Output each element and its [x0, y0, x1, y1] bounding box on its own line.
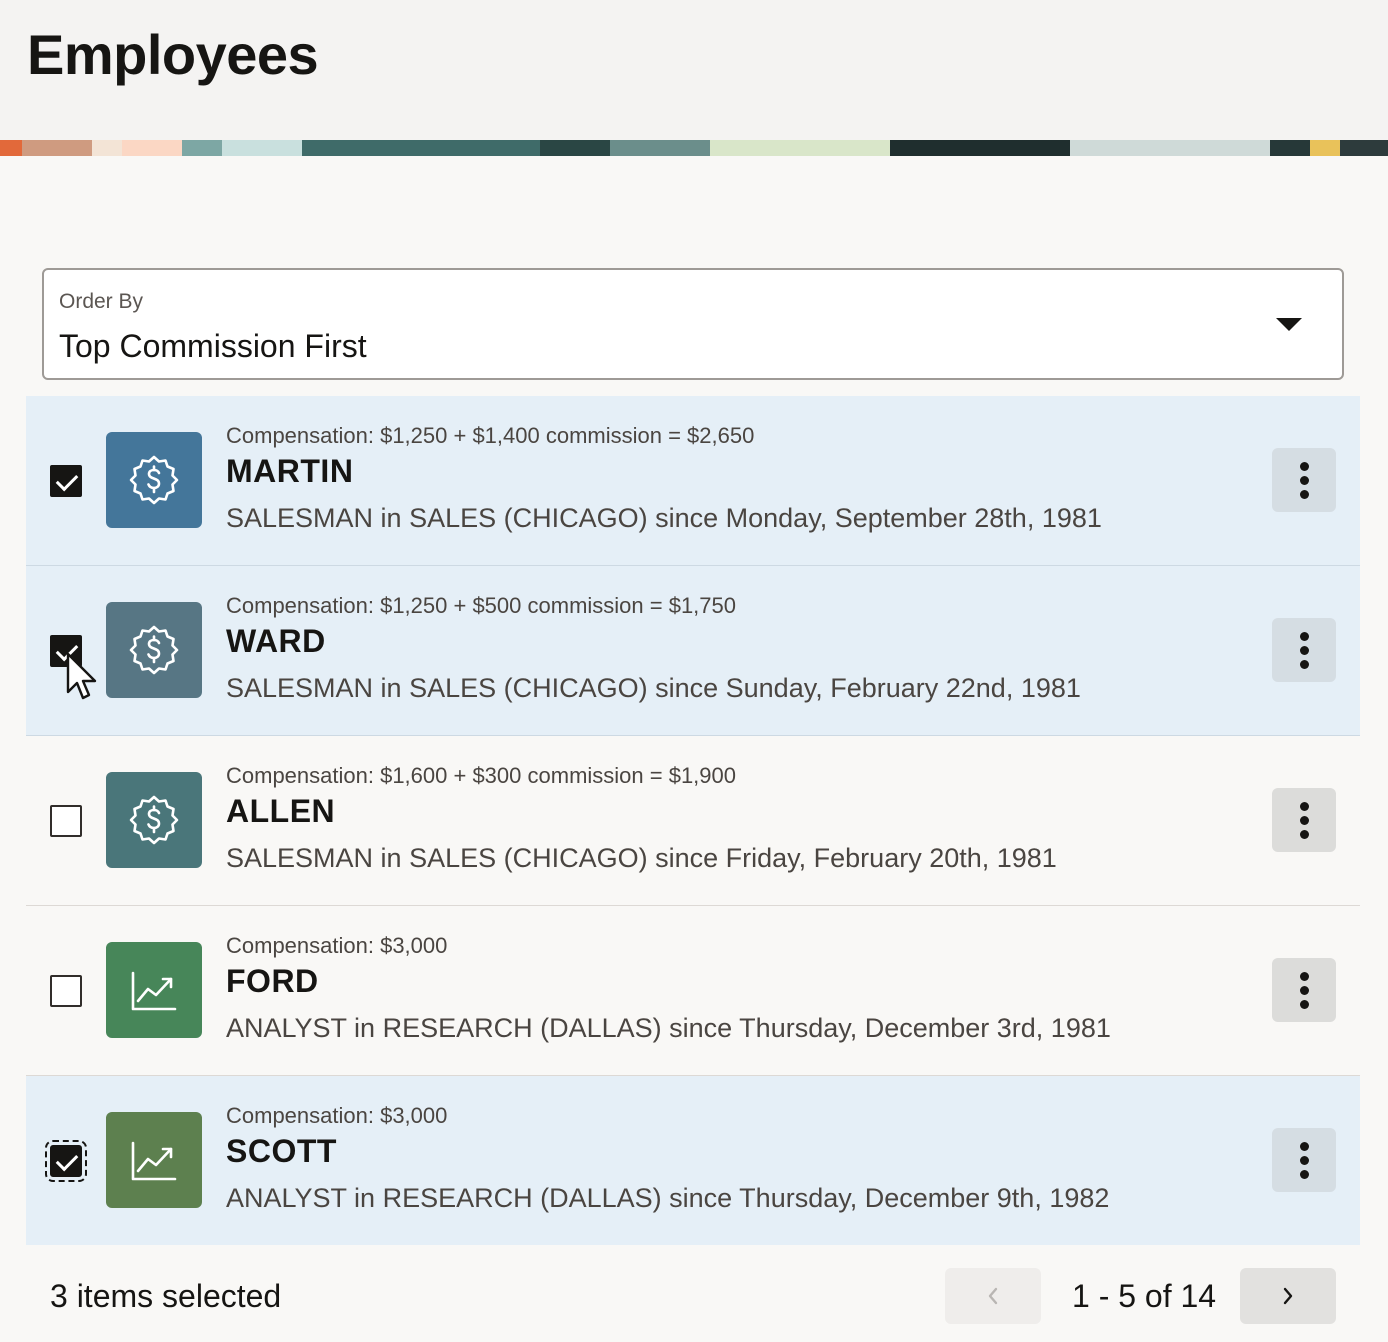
- employee-name: FORD: [226, 963, 319, 999]
- previous-page-button[interactable]: [945, 1268, 1041, 1324]
- more-vertical-icon: [1299, 801, 1309, 811]
- more-actions-button[interactable]: [1272, 1128, 1336, 1192]
- row-checkbox[interactable]: [50, 465, 82, 497]
- commission-icon: [106, 772, 202, 868]
- employee-list: Compensation: $1,250 + $1,400 commission…: [26, 396, 1360, 1245]
- employee-description: SALESMAN in SALES (CHICAGO) since Friday…: [226, 843, 1057, 873]
- employee-name: MARTIN: [226, 453, 354, 489]
- list-item[interactable]: Compensation: $1,600 + $300 commission =…: [26, 736, 1360, 906]
- header-banner: [0, 140, 1388, 156]
- order-by-value: Top Commission First: [59, 328, 367, 364]
- caret-down-icon[interactable]: [1276, 318, 1302, 331]
- trend-chart-icon: [106, 942, 202, 1038]
- pagination-range: 1 - 5 of 14: [1072, 1278, 1217, 1314]
- list-item[interactable]: Compensation: $3,000 SCOTT ANALYST in RE…: [26, 1076, 1360, 1245]
- employee-description: ANALYST in RESEARCH (DALLAS) since Thurs…: [226, 1013, 1111, 1043]
- employee-name: SCOTT: [226, 1133, 337, 1169]
- compensation-text: Compensation: $3,000: [226, 933, 448, 958]
- row-checkbox[interactable]: [45, 1140, 87, 1182]
- more-actions-button[interactable]: [1272, 448, 1336, 512]
- commission-icon: [106, 602, 202, 698]
- compensation-text: Compensation: $1,250 + $1,400 commission…: [226, 423, 755, 448]
- more-actions-button[interactable]: [1272, 788, 1336, 852]
- row-checkbox[interactable]: [50, 635, 82, 667]
- more-vertical-icon: [1299, 971, 1309, 981]
- more-actions-button[interactable]: [1272, 958, 1336, 1022]
- selected-count: 3 items selected: [50, 1278, 282, 1314]
- page-title: Employees: [27, 23, 319, 86]
- row-checkbox[interactable]: [50, 975, 82, 1007]
- compensation-text: Compensation: $1,250 + $500 commission =…: [226, 593, 736, 618]
- order-by-select[interactable]: Order By Top Commission First: [42, 268, 1344, 380]
- employee-name: WARD: [226, 623, 326, 659]
- trend-chart-icon: [106, 1112, 202, 1208]
- page-header: Employees: [0, 0, 1388, 140]
- more-vertical-icon: [1299, 1141, 1309, 1151]
- more-vertical-icon: [1299, 631, 1309, 641]
- compensation-text: Compensation: $3,000: [226, 1103, 448, 1128]
- compensation-text: Compensation: $1,600 + $300 commission =…: [226, 763, 736, 788]
- chevron-left-icon: [988, 1287, 998, 1305]
- employee-name: ALLEN: [226, 793, 336, 829]
- list-item[interactable]: Compensation: $1,250 + $1,400 commission…: [26, 396, 1360, 566]
- row-checkbox[interactable]: [50, 805, 82, 837]
- employee-description: ANALYST in RESEARCH (DALLAS) since Thurs…: [226, 1183, 1110, 1213]
- list-item[interactable]: Compensation: $3,000 FORD ANALYST in RES…: [26, 906, 1360, 1076]
- next-page-button[interactable]: [1240, 1268, 1336, 1324]
- employee-description: SALESMAN in SALES (CHICAGO) since Sunday…: [226, 673, 1081, 703]
- employee-description: SALESMAN in SALES (CHICAGO) since Monday…: [226, 503, 1102, 533]
- list-item[interactable]: Compensation: $1,250 + $500 commission =…: [26, 566, 1360, 736]
- chevron-right-icon: [1283, 1287, 1293, 1305]
- order-by-label: Order By: [59, 290, 144, 313]
- more-vertical-icon: [1299, 461, 1309, 471]
- list-footer: 3 items selected 1 - 5 of 14: [0, 1244, 1388, 1342]
- more-actions-button[interactable]: [1272, 618, 1336, 682]
- commission-icon: [106, 432, 202, 528]
